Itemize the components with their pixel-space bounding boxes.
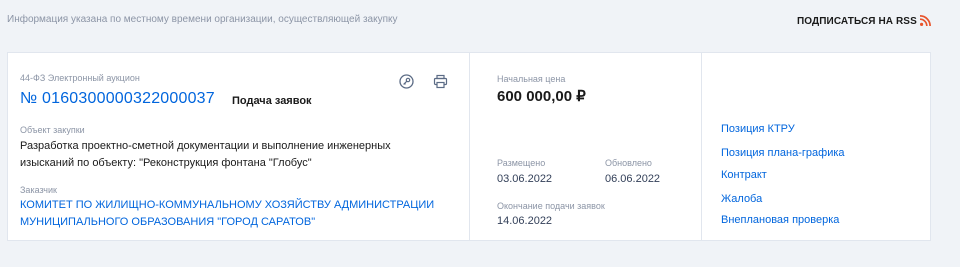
updated-date: 06.06.2022 (605, 173, 661, 185)
schedule-position-link[interactable]: Позиция плана-графика (721, 147, 845, 159)
purchase-number-link[interactable]: № 0160300000322000037 (20, 90, 215, 108)
law-type-label: 44-ФЗ Электронный аукцион (20, 73, 140, 83)
stage-label: Подача заявок (232, 95, 312, 107)
object-text: Разработка проектно-сметной документации… (20, 140, 391, 169)
price-label: Начальная цена (497, 74, 566, 84)
customer-label: Заказчик (20, 185, 57, 195)
price-value: 600 000,00 ₽ (497, 88, 586, 105)
contract-link[interactable]: Контракт (721, 169, 767, 181)
timezone-note: Информация указана по местному времени о… (7, 14, 398, 25)
updated-label: Обновлено (605, 158, 652, 168)
customer-link[interactable]: КОМИТЕТ ПО ЖИЛИЩНО-КОММУНАЛЬНОМУ ХОЗЯЙСТ… (20, 197, 440, 231)
links-column: Позиция КТРУ Позиция плана-графика Контр… (702, 53, 932, 240)
placed-label: Размещено (497, 158, 546, 168)
placed-date: 03.06.2022 (497, 173, 553, 185)
deadline-label: Окончание подачи заявок (497, 201, 605, 211)
rss-icon[interactable] (920, 15, 931, 26)
purchase-info-column: 44-ФЗ Электронный аукцион № 016030000032… (8, 53, 470, 240)
deadline-date: 14.06.2022 (497, 215, 553, 227)
electronic-signature-icon[interactable] (399, 74, 414, 89)
print-icon[interactable] (433, 74, 448, 89)
purchase-card: 44-ФЗ Электронный аукцион № 016030000032… (7, 52, 931, 241)
object-label: Объект закупки (20, 125, 85, 135)
complaint-link[interactable]: Жалоба (721, 193, 762, 205)
pricing-column: Начальная цена 600 000,00 ₽ Размещено 03… (470, 53, 702, 240)
ktru-position-link[interactable]: Позиция КТРУ (721, 123, 795, 135)
rss-subscribe-link[interactable]: ПОДПИСАТЬСЯ НА RSS (797, 16, 917, 27)
unscheduled-inspection-link[interactable]: Внеплановая проверка (721, 214, 839, 226)
